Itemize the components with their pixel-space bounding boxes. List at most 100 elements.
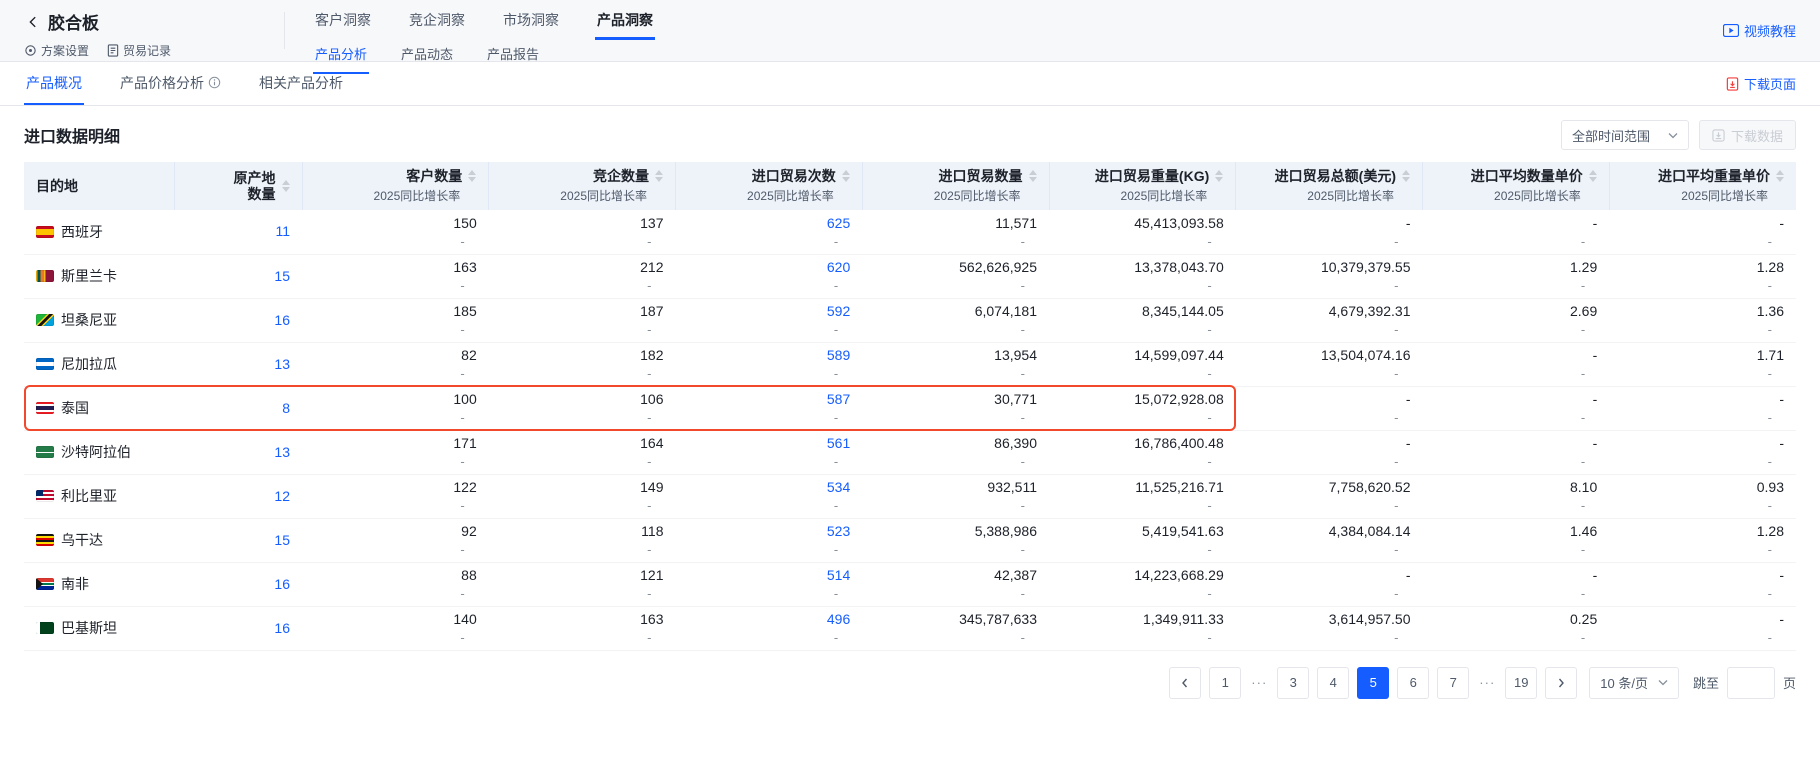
customer-count-cell: 122- <box>302 474 489 518</box>
trade-count-link[interactable]: 625 <box>688 214 851 233</box>
column-header-customer-count[interactable]: 客户数量2025同比增长率 <box>302 162 489 210</box>
main-tab-customer-insight[interactable]: 客户洞察 <box>313 8 373 40</box>
trade-count-link[interactable]: 587 <box>688 390 851 409</box>
page-size-select[interactable]: 10 条/页 <box>1589 667 1679 699</box>
main-tab-product-insight[interactable]: 产品洞察 <box>595 8 655 40</box>
cell-value: 1,349,911.33 <box>1061 610 1224 629</box>
info-icon <box>208 76 221 89</box>
import-data-table: 目的地原产地数量客户数量2025同比增长率竞企数量2025同比增长率进口贸易次数… <box>24 162 1796 651</box>
trade-count-link[interactable]: 514 <box>688 566 851 585</box>
column-header-import-trade-quantity[interactable]: 进口贸易数量2025同比增长率 <box>862 162 1049 210</box>
trade-count-link[interactable]: 620 <box>688 258 851 277</box>
cell-value: 1.46 <box>1435 522 1598 541</box>
trade-count-link[interactable]: 523 <box>688 522 851 541</box>
origin-count-link[interactable]: 15 <box>274 268 290 284</box>
main-tab-competitor-insight[interactable]: 竞企洞察 <box>407 8 467 40</box>
destination-cell: 尼加拉瓜 <box>24 342 174 386</box>
time-range-select[interactable]: 全部时间范围 <box>1561 120 1689 150</box>
trade-count-link[interactable]: 496 <box>688 610 851 629</box>
country-name: 尼加拉瓜 <box>61 354 117 374</box>
cell-value: - <box>1248 566 1411 585</box>
growth-value: - <box>1061 453 1224 470</box>
avg-quantity-price-cell: 8.10- <box>1423 474 1610 518</box>
main-tab-market-insight[interactable]: 市场洞察 <box>501 8 561 40</box>
section-tab-product-overview[interactable]: 产品概况 <box>24 62 84 105</box>
sort-asc-icon <box>1589 170 1597 175</box>
country-name: 乌干达 <box>61 530 103 550</box>
column-header-import-trade-amount[interactable]: 进口贸易总额(美元)2025同比增长率 <box>1236 162 1423 210</box>
next-page-button[interactable] <box>1545 667 1577 699</box>
column-header-avg-weight-price[interactable]: 进口平均重量单价2025同比增长率 <box>1609 162 1796 210</box>
growth-value: - <box>314 409 477 426</box>
section-tab-product-price-analysis[interactable]: 产品价格分析 <box>118 62 223 105</box>
origin-count-link[interactable]: 16 <box>274 620 290 636</box>
origin-count-link[interactable]: 13 <box>274 356 290 372</box>
origin-count-cell: 11 <box>174 210 302 254</box>
avg-quantity-price-cell: 2.69- <box>1423 298 1610 342</box>
origin-count-link[interactable]: 15 <box>274 532 290 548</box>
growth-value: - <box>688 453 851 470</box>
sub-tab-product-reports[interactable]: 产品报告 <box>485 40 541 74</box>
column-header-avg-quantity-price[interactable]: 进口平均数量单价2025同比增长率 <box>1423 162 1610 210</box>
column-header-competitor-count[interactable]: 竞企数量2025同比增长率 <box>489 162 676 210</box>
download-page-icon <box>1726 77 1739 91</box>
trade-count-link[interactable]: 589 <box>688 346 851 365</box>
page-button-7[interactable]: 7 <box>1437 667 1469 699</box>
page-button-5[interactable]: 5 <box>1357 667 1389 699</box>
cell-value: 14,599,097.44 <box>1061 346 1224 365</box>
column-subtitle: 2025同比增长率 <box>875 187 1037 204</box>
scheme-settings-link[interactable]: 方案设置 <box>24 42 89 59</box>
trade-count-link[interactable]: 561 <box>688 434 851 453</box>
column-header-import-trade-weight[interactable]: 进口贸易重量(KG)2025同比增长率 <box>1049 162 1236 210</box>
cell-value: - <box>1435 566 1598 585</box>
column-title: 进口平均数量单价 <box>1471 168 1583 184</box>
download-data-button[interactable]: 下载数据 <box>1699 120 1796 150</box>
origin-count-link[interactable]: 8 <box>282 400 290 416</box>
growth-value: - <box>1621 365 1784 382</box>
jump-to-page: 跳至页 <box>1693 667 1796 699</box>
competitor-count-cell: 187- <box>489 298 676 342</box>
jump-page-input[interactable] <box>1727 667 1775 699</box>
customer-count-cell: 82- <box>302 342 489 386</box>
growth-value: - <box>874 585 1037 602</box>
cell-value: 182 <box>501 346 664 365</box>
sub-tab-product-trends[interactable]: 产品动态 <box>399 40 455 74</box>
flag-icon <box>36 402 54 414</box>
trade-count-link[interactable]: 534 <box>688 478 851 497</box>
avg-quantity-price-cell: -- <box>1423 562 1610 606</box>
import-trade-weight-cell: 15,072,928.08- <box>1049 386 1236 430</box>
origin-count-link[interactable]: 12 <box>274 488 290 504</box>
growth-value: - <box>501 541 664 558</box>
page-button-19[interactable]: 19 <box>1505 667 1537 699</box>
cell-value: 4,384,084.14 <box>1248 522 1411 541</box>
section-tab-related-product-analysis[interactable]: 相关产品分析 <box>257 62 345 105</box>
chevron-left-icon <box>26 15 40 29</box>
sort-icons <box>468 170 476 182</box>
page-button-3[interactable]: 3 <box>1277 667 1309 699</box>
pagination-ellipsis: ··· <box>1477 667 1497 699</box>
page-button-1[interactable]: 1 <box>1209 667 1241 699</box>
download-page-link[interactable]: 下载页面 <box>1726 74 1796 93</box>
column-subtitle: 2025同比增长率 <box>1062 187 1224 204</box>
pagination: 1···34567···1910 条/页跳至页 <box>24 667 1796 719</box>
origin-count-link[interactable]: 16 <box>274 312 290 328</box>
cell-value: 10,379,379.55 <box>1248 258 1411 277</box>
growth-value: - <box>314 541 477 558</box>
page-button-6[interactable]: 6 <box>1397 667 1429 699</box>
sort-icons <box>1215 170 1223 182</box>
origin-count-link[interactable]: 13 <box>274 444 290 460</box>
video-tutorial-link[interactable]: 视频教程 <box>1723 21 1796 40</box>
origin-count-link[interactable]: 11 <box>275 223 290 239</box>
growth-value: - <box>1061 409 1224 426</box>
avg-weight-price-cell: 1.28- <box>1609 518 1796 562</box>
page-button-4[interactable]: 4 <box>1317 667 1349 699</box>
import-trade-weight-cell: 11,525,216.71- <box>1049 474 1236 518</box>
origin-count-link[interactable]: 16 <box>274 576 290 592</box>
column-header-origin-count[interactable]: 原产地数量 <box>174 162 302 210</box>
prev-page-button[interactable] <box>1169 667 1201 699</box>
column-header-import-trade-count[interactable]: 进口贸易次数2025同比增长率 <box>676 162 863 210</box>
trade-count-link[interactable]: 592 <box>688 302 851 321</box>
avg-quantity-price-cell: -- <box>1423 430 1610 474</box>
trade-records-link[interactable]: 贸易记录 <box>107 42 171 59</box>
back-button[interactable] <box>24 13 42 31</box>
